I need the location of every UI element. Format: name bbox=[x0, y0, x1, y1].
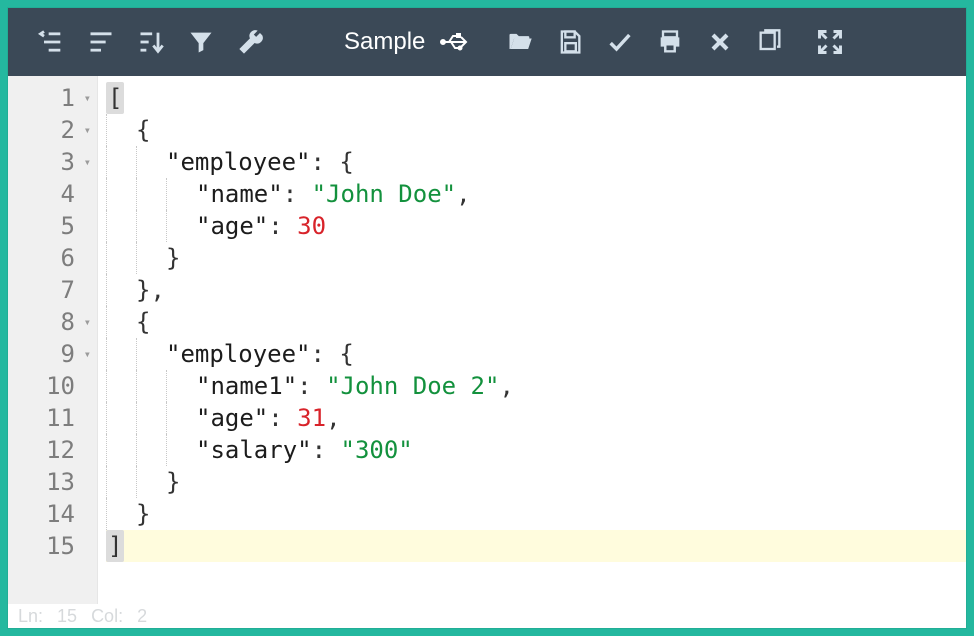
copy-icon[interactable] bbox=[745, 8, 795, 76]
fullscreen-icon[interactable] bbox=[805, 8, 855, 76]
line-gutter[interactable]: 1▾2▾3▾45678▾9▾101112131415 bbox=[8, 76, 98, 604]
code-line[interactable]: } bbox=[106, 466, 966, 498]
code-line[interactable]: ] bbox=[106, 530, 966, 562]
gutter-line[interactable]: 1▾ bbox=[8, 82, 97, 114]
editor[interactable]: 1▾2▾3▾45678▾9▾101112131415 [{"employee":… bbox=[8, 76, 966, 604]
usb-icon bbox=[439, 31, 469, 53]
print-icon[interactable] bbox=[645, 8, 695, 76]
open-folder-icon[interactable] bbox=[495, 8, 545, 76]
gutter-line[interactable]: 9▾ bbox=[8, 338, 97, 370]
check-icon[interactable] bbox=[595, 8, 645, 76]
code-line[interactable]: { bbox=[106, 114, 966, 146]
code-line[interactable]: { bbox=[106, 306, 966, 338]
sample-label: Sample bbox=[344, 28, 425, 56]
code-line[interactable]: [ bbox=[106, 82, 966, 114]
code-line[interactable]: "name1": "John Doe 2", bbox=[106, 370, 966, 402]
code-line[interactable]: } bbox=[106, 242, 966, 274]
code-area[interactable]: [{"employee": {"name": "John Doe","age":… bbox=[98, 76, 966, 604]
gutter-line[interactable]: 11 bbox=[8, 402, 97, 434]
gutter-line[interactable]: 4 bbox=[8, 178, 97, 210]
code-line[interactable]: "age": 31, bbox=[106, 402, 966, 434]
gutter-line[interactable]: 6 bbox=[8, 242, 97, 274]
code-line[interactable]: "age": 30 bbox=[106, 210, 966, 242]
sample-dropdown[interactable]: Sample bbox=[316, 8, 479, 76]
wrench-icon[interactable] bbox=[226, 8, 276, 76]
code-line[interactable]: "employee": { bbox=[106, 146, 966, 178]
code-line[interactable]: "employee": { bbox=[106, 338, 966, 370]
code-line[interactable]: } bbox=[106, 498, 966, 530]
status-col: 2 bbox=[137, 606, 147, 627]
gutter-line[interactable]: 12 bbox=[8, 434, 97, 466]
gutter-line[interactable]: 14 bbox=[8, 498, 97, 530]
app-window: Sample 1▾2▾3▾45678▾9▾101112131415 [{"emp… bbox=[8, 8, 966, 628]
status-bar: Ln: 15 Col: 2 bbox=[8, 604, 966, 628]
status-ln: 15 bbox=[57, 606, 77, 627]
sort-icon[interactable] bbox=[126, 8, 176, 76]
gutter-line[interactable]: 3▾ bbox=[8, 146, 97, 178]
toolbar: Sample bbox=[8, 8, 966, 76]
gutter-line[interactable]: 5 bbox=[8, 210, 97, 242]
gutter-line[interactable]: 8▾ bbox=[8, 306, 97, 338]
code-line[interactable]: "salary": "300" bbox=[106, 434, 966, 466]
gutter-line[interactable]: 7 bbox=[8, 274, 97, 306]
gutter-line[interactable]: 10 bbox=[8, 370, 97, 402]
filter-icon[interactable] bbox=[176, 8, 226, 76]
status-col-label: Col: bbox=[91, 606, 123, 627]
gutter-line[interactable]: 15 bbox=[8, 530, 97, 562]
code-line[interactable]: "name": "John Doe", bbox=[106, 178, 966, 210]
save-icon[interactable] bbox=[545, 8, 595, 76]
align-left-icon[interactable] bbox=[76, 8, 126, 76]
format-left-icon[interactable] bbox=[26, 8, 76, 76]
gutter-line[interactable]: 2▾ bbox=[8, 114, 97, 146]
status-ln-label: Ln: bbox=[18, 606, 43, 627]
close-icon[interactable] bbox=[695, 8, 745, 76]
gutter-line[interactable]: 13 bbox=[8, 466, 97, 498]
code-line[interactable]: }, bbox=[106, 274, 966, 306]
